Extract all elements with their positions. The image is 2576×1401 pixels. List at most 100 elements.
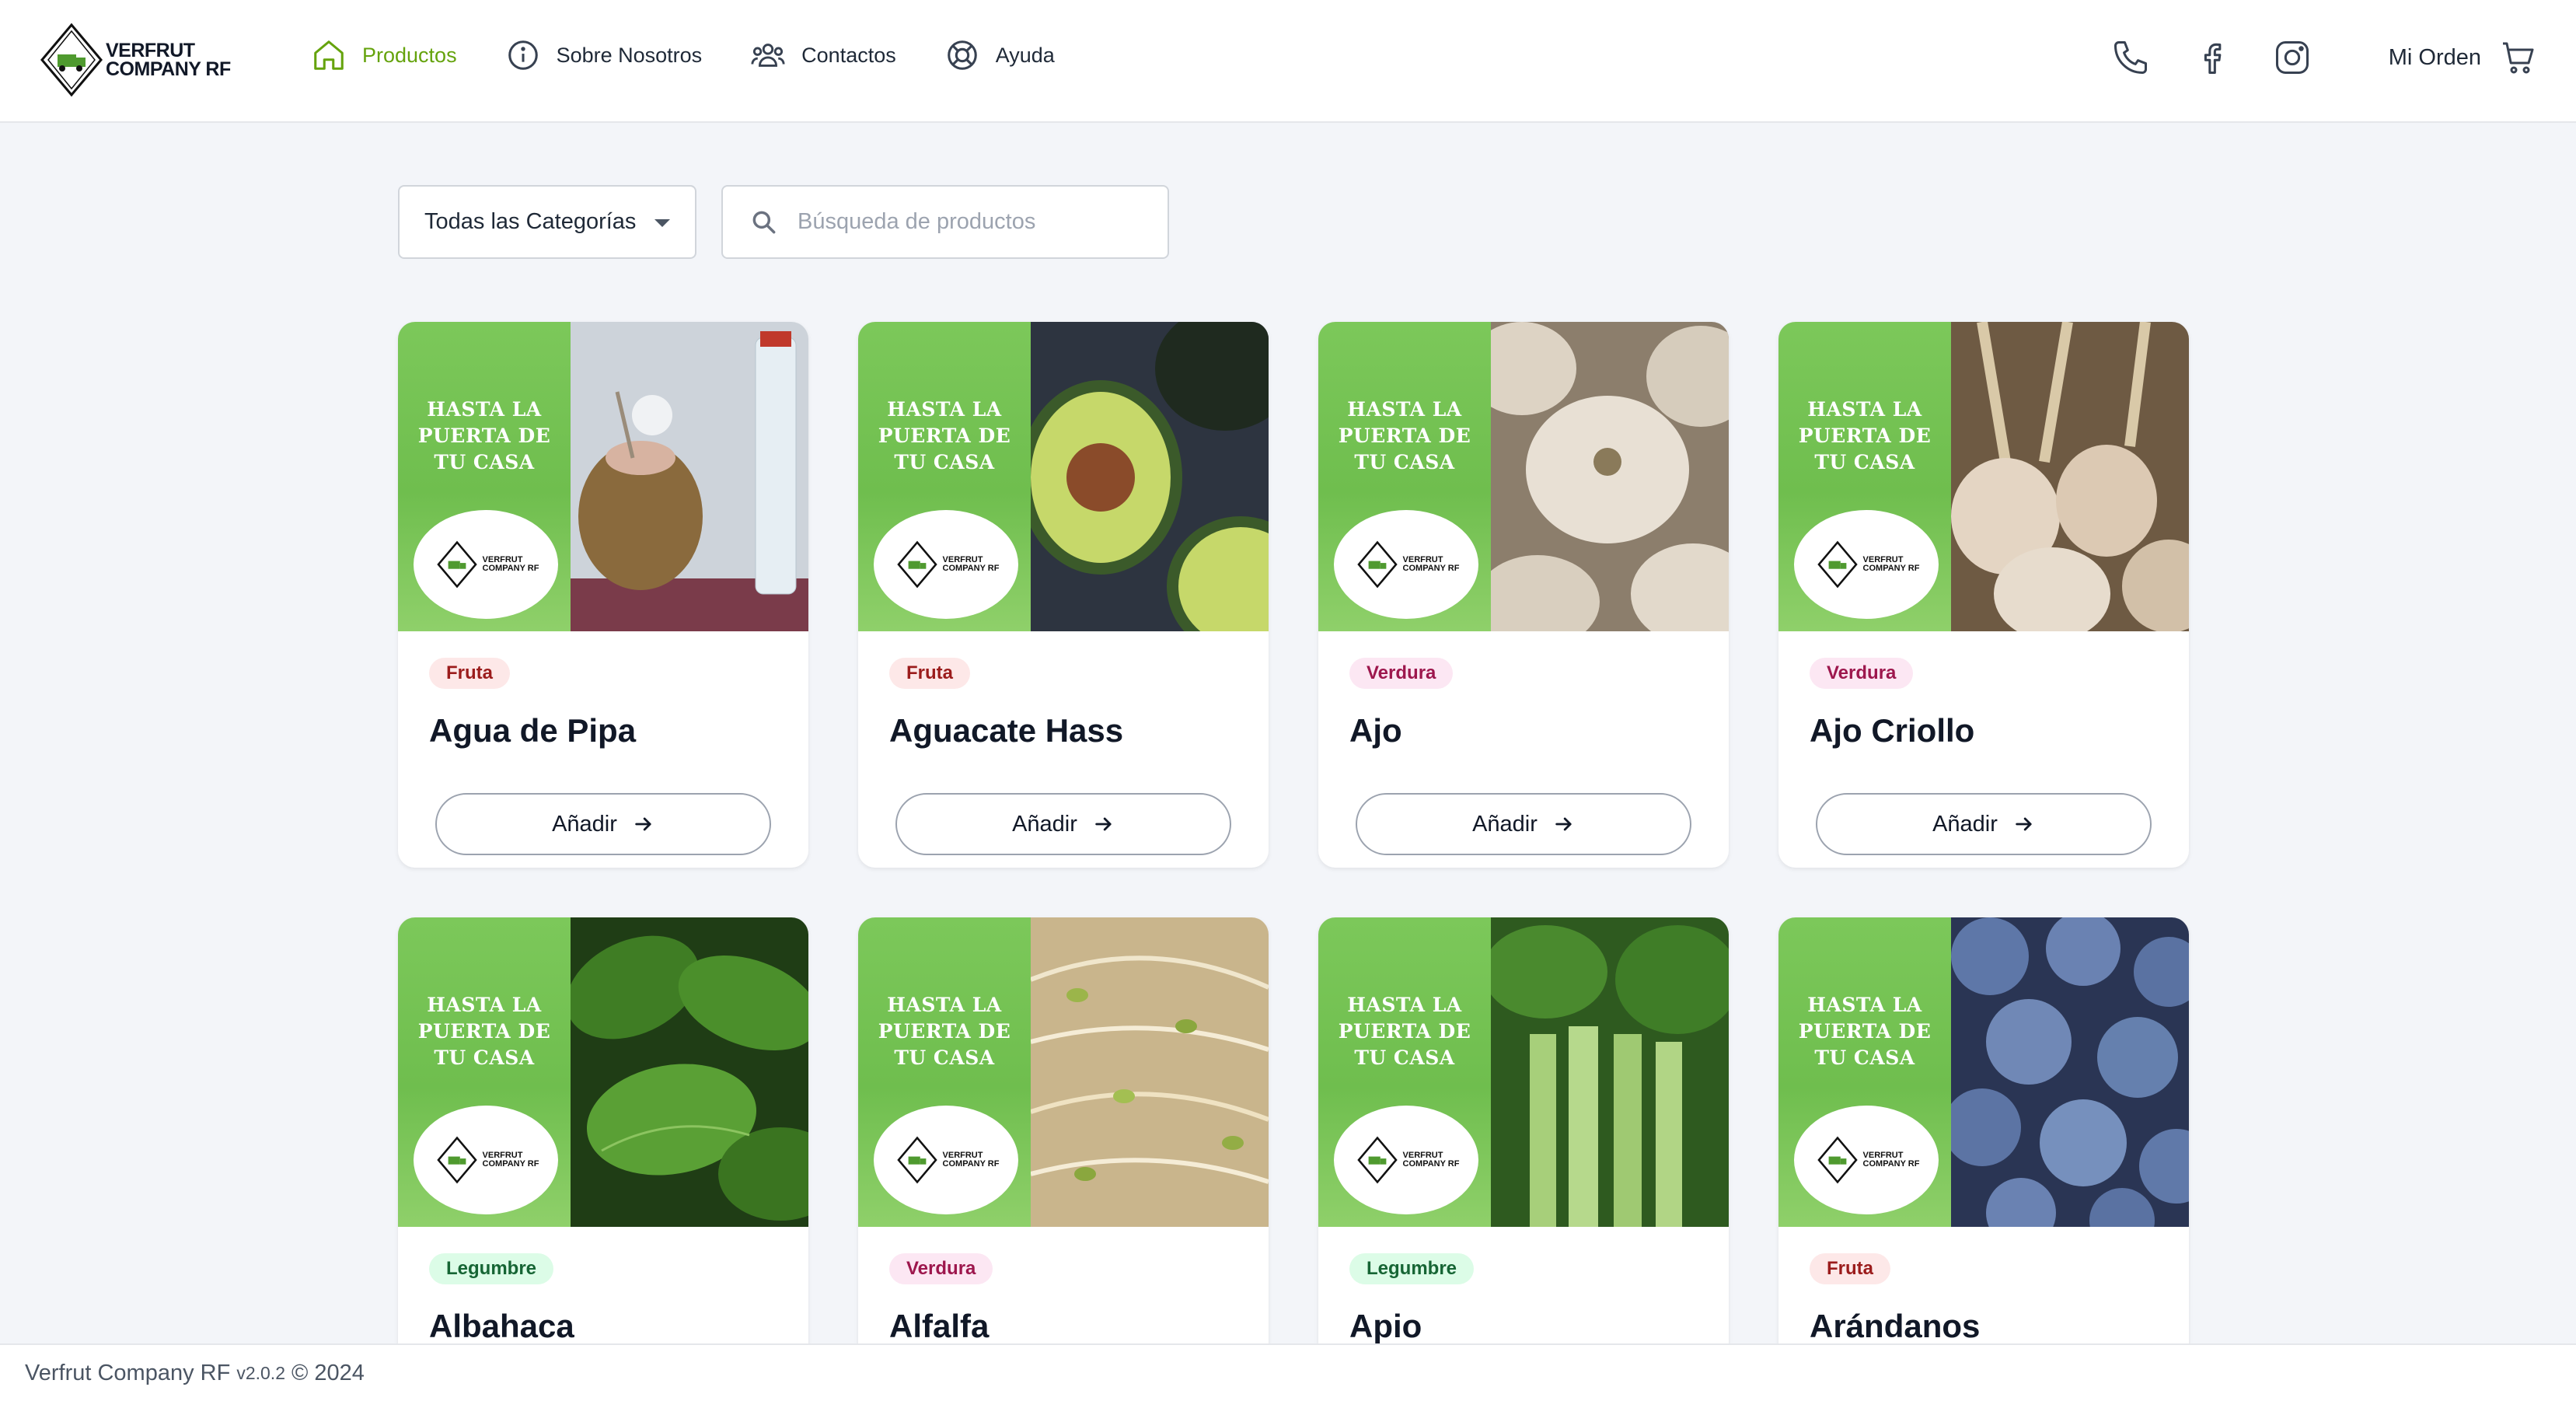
avocado-photo [1031, 322, 1269, 631]
product-card: HASTA LA PUERTA DE TU CASA VERFRUT COMPA… [858, 322, 1269, 868]
promo-banner-text: HASTA LA PUERTA DE TU CASA [1778, 992, 1951, 1071]
logo-diamond-icon [1817, 540, 1858, 589]
promo-banner-text: HASTA LA PUERTA DE TU CASA [1318, 992, 1491, 1071]
caret-down-icon [654, 219, 670, 227]
promo-line-1: HASTA LA [427, 994, 542, 1016]
logo-diamond-icon [436, 1136, 477, 1184]
promo-banner-text: HASTA LA PUERTA DE TU CASA [858, 397, 1031, 476]
promo-banner-text: HASTA LA PUERTA DE TU CASA [398, 992, 571, 1071]
add-button-label: Añadir [1472, 811, 1538, 837]
add-to-order-button[interactable]: Añadir [895, 793, 1231, 855]
product-image[interactable]: HASTA LA PUERTA DE TU CASA VERFRUT COMPA… [1318, 917, 1729, 1227]
garlic-photo [1491, 322, 1729, 631]
brand-logo[interactable]: VERFRUT COMPANY RF [39, 22, 231, 98]
product-photo [1491, 322, 1729, 631]
add-to-order-button[interactable]: Añadir [1816, 793, 2152, 855]
product-image[interactable]: HASTA LA PUERTA DE TU CASA VERFRUT COMPA… [398, 917, 808, 1227]
basil-photo [571, 917, 808, 1227]
product-name: Agua de Pipa [429, 712, 637, 749]
promo-banner: HASTA LA PUERTA DE TU CASA VERFRUT COMPA… [858, 917, 1031, 1227]
promo-line-1: HASTA LA [427, 398, 542, 421]
add-to-order-button[interactable]: Añadir [1356, 793, 1691, 855]
product-photo [1491, 917, 1729, 1227]
add-button-label: Añadir [1012, 811, 1077, 837]
instagram-icon[interactable] [2272, 37, 2312, 78]
nav-label-ayuda: Ayuda [995, 43, 1055, 67]
promo-line-3: TU CASA [434, 451, 535, 473]
category-select[interactable]: Todas las Categorías [398, 185, 696, 259]
add-to-order-button[interactable]: Añadir [435, 793, 771, 855]
promo-banner-text: HASTA LA PUERTA DE TU CASA [1778, 397, 1951, 476]
promo-line-3: TU CASA [894, 451, 995, 473]
nav-item-contactos[interactable]: Contactos [750, 37, 896, 73]
product-name: Ajo [1349, 712, 1402, 749]
category-badge: Verdura [889, 1253, 993, 1284]
footer: Verfrut Company RF v2.0.2 © 2024 [0, 1343, 2576, 1401]
promo-logo: VERFRUT COMPANY RF [1334, 510, 1478, 619]
home-icon [314, 40, 344, 70]
product-card: HASTA LA PUERTA DE TU CASA VERFRUT COMPA… [398, 322, 808, 868]
promo-banner-text: HASTA LA PUERTA DE TU CASA [858, 992, 1031, 1071]
promo-logo: VERFRUT COMPANY RF [414, 1106, 558, 1214]
product-photo [1951, 917, 2189, 1227]
promo-banner-text: HASTA LA PUERTA DE TU CASA [398, 397, 571, 476]
logo-diamond-icon [436, 540, 477, 589]
product-image[interactable]: HASTA LA PUERTA DE TU CASA VERFRUT COMPA… [858, 917, 1269, 1227]
product-name: Apio [1349, 1308, 1422, 1344]
promo-line-3: TU CASA [1814, 1046, 1915, 1069]
product-card: HASTA LA PUERTA DE TU CASA VERFRUT COMPA… [1318, 322, 1729, 868]
nav-item-ayuda[interactable]: Ayuda [944, 37, 1055, 73]
sprouts-photo [1031, 917, 1269, 1227]
promo-line-2: PUERTA DE [417, 424, 551, 447]
product-image[interactable]: HASTA LA PUERTA DE TU CASA VERFRUT COMPA… [1318, 322, 1729, 631]
promo-line-3: TU CASA [1354, 451, 1455, 473]
product-name: Alfalfa [889, 1308, 990, 1344]
promo-banner: HASTA LA PUERTA DE TU CASA VERFRUT COMPA… [1778, 917, 1951, 1227]
footer-copyright: © 2024 [291, 1360, 365, 1385]
product-name: Aguacate Hass [889, 712, 1124, 749]
my-order-button[interactable]: Mi Orden [2389, 39, 2537, 76]
search-input[interactable] [798, 209, 1155, 235]
facebook-icon[interactable] [2191, 37, 2232, 78]
promo-logo-line-2: COMPANY RF [482, 1159, 539, 1169]
promo-logo-line-2: COMPANY RF [942, 564, 1000, 573]
promo-banner: HASTA LA PUERTA DE TU CASA VERFRUT COMPA… [1318, 322, 1491, 631]
search-icon [752, 211, 776, 233]
product-image[interactable]: HASTA LA PUERTA DE TU CASA VERFRUT COMPA… [858, 322, 1269, 631]
logo-line-1: VERFRUT [106, 40, 195, 61]
promo-logo-line-2: COMPANY RF [1862, 564, 1920, 573]
promo-line-1: HASTA LA [887, 994, 1002, 1016]
promo-logo-line-2: COMPANY RF [1862, 1159, 1920, 1169]
arrow-right-icon [1095, 817, 1112, 831]
product-card: HASTA LA PUERTA DE TU CASA VERFRUT COMPA… [398, 917, 808, 1401]
product-photo [1031, 322, 1269, 631]
promo-line-3: TU CASA [1354, 1046, 1455, 1069]
product-image[interactable]: HASTA LA PUERTA DE TU CASA VERFRUT COMPA… [1778, 322, 2189, 631]
nav-item-sobre-nosotros[interactable]: Sobre Nosotros [505, 37, 703, 73]
search-box [721, 185, 1169, 259]
promo-banner: HASTA LA PUERTA DE TU CASA VERFRUT COMPA… [398, 917, 571, 1227]
promo-banner: HASTA LA PUERTA DE TU CASA VERFRUT COMPA… [1318, 917, 1491, 1227]
promo-line-1: HASTA LA [1807, 994, 1922, 1016]
promo-line-2: PUERTA DE [878, 424, 1011, 447]
nav-item-productos[interactable]: Productos [311, 37, 457, 73]
promo-line-2: PUERTA DE [1798, 424, 1932, 447]
logo-diamond-icon [1356, 540, 1398, 589]
promo-banner: HASTA LA PUERTA DE TU CASA VERFRUT COMPA… [858, 322, 1031, 631]
blueberries-photo [1951, 917, 2189, 1227]
promo-logo: VERFRUT COMPANY RF [414, 510, 558, 619]
nav-label-contactos: Contactos [801, 43, 896, 67]
promo-line-2: PUERTA DE [1338, 424, 1471, 447]
product-image[interactable]: HASTA LA PUERTA DE TU CASA VERFRUT COMPA… [398, 322, 808, 631]
header-actions: Mi Orden [2110, 37, 2537, 78]
arrow-right-icon [635, 817, 651, 831]
promo-line-1: HASTA LA [887, 398, 1002, 421]
phone-icon[interactable] [2110, 37, 2151, 78]
promo-logo: VERFRUT COMPANY RF [1794, 1106, 1939, 1214]
info-icon [508, 40, 538, 70]
nav-label-sobre-nosotros: Sobre Nosotros [556, 43, 703, 67]
category-badge: Fruta [889, 658, 970, 689]
product-photo [1031, 917, 1269, 1227]
product-image[interactable]: HASTA LA PUERTA DE TU CASA VERFRUT COMPA… [1778, 917, 2189, 1227]
promo-logo: VERFRUT COMPANY RF [874, 510, 1018, 619]
